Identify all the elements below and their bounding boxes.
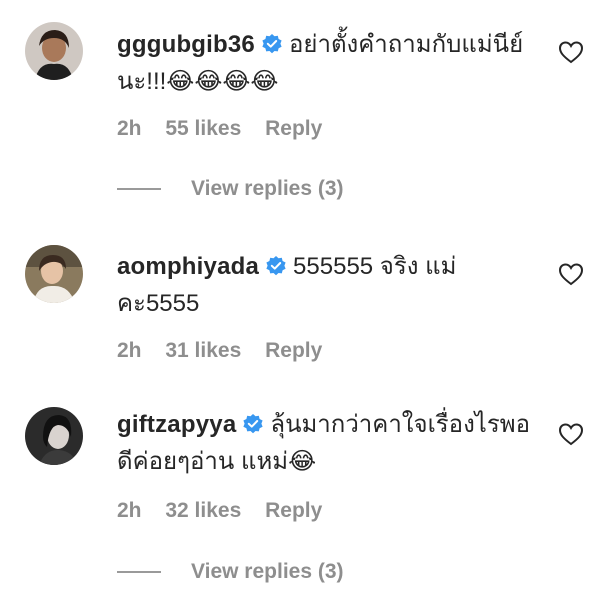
likes-count[interactable]: 32 likes	[165, 499, 241, 522]
heart-outline-icon[interactable]	[558, 262, 584, 286]
likes-count[interactable]: 55 likes	[165, 117, 241, 140]
username[interactable]: gggubgib36	[117, 31, 255, 58]
comment-body: gggubgib36 อย่าตั้งคำถามกับแม่นีย์นะ!!!😂😂…	[117, 28, 537, 99]
heart-outline-icon[interactable]	[558, 40, 584, 64]
comment-time: 2h	[117, 499, 142, 522]
username[interactable]: aomphiyada	[117, 253, 259, 280]
reply-button[interactable]: Reply	[265, 339, 322, 362]
likes-count[interactable]: 31 likes	[165, 339, 241, 362]
comment-meta: 2h 32 likes Reply	[117, 499, 340, 523]
heart-outline-icon[interactable]	[558, 422, 584, 446]
avatar[interactable]	[25, 407, 83, 465]
view-replies-button[interactable]: View replies (3)	[117, 557, 344, 587]
view-replies-label: View replies (3)	[191, 560, 344, 583]
view-replies-label: View replies (3)	[191, 177, 344, 200]
reply-button[interactable]: Reply	[265, 117, 322, 140]
username[interactable]: giftzapyya	[117, 411, 236, 438]
reply-button[interactable]: Reply	[265, 499, 322, 522]
verified-badge-icon	[261, 31, 283, 65]
avatar[interactable]	[25, 245, 83, 303]
comment-body: giftzapyya ลุ้นมากว่าคาใจเรื่องไรพอดีค่อย…	[117, 408, 537, 479]
comment-meta: 2h 55 likes Reply	[117, 117, 340, 141]
avatar[interactable]	[25, 22, 83, 80]
divider-line	[117, 188, 161, 190]
divider-line	[117, 571, 161, 573]
verified-badge-icon	[265, 253, 287, 287]
view-replies-button[interactable]: View replies (3)	[117, 174, 344, 204]
comment-time: 2h	[117, 339, 142, 362]
comment-time: 2h	[117, 117, 142, 140]
comment-body: aomphiyada 555555 จริง แม่คะ5555	[117, 250, 537, 321]
comment-meta: 2h 31 likes Reply	[117, 339, 340, 363]
verified-badge-icon	[242, 411, 264, 445]
